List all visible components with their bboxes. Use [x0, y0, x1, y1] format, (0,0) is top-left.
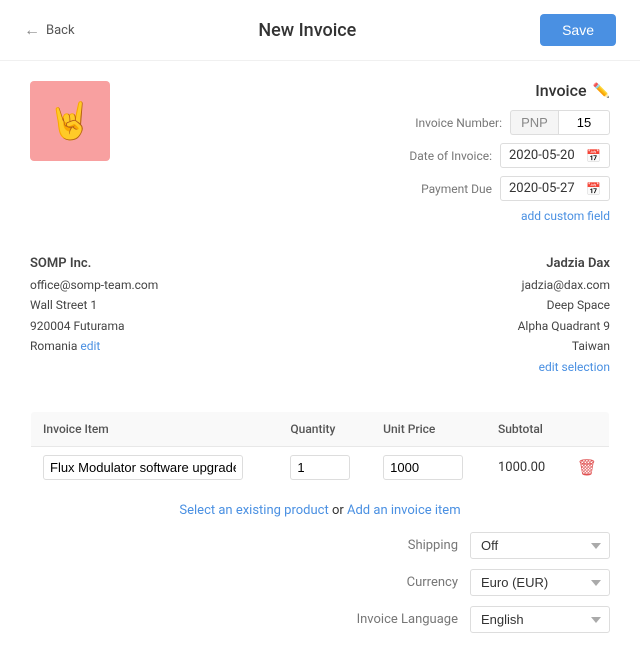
back-arrow-icon: ←	[24, 20, 40, 40]
unit-price-input[interactable]	[383, 455, 463, 480]
language-select[interactable]: English French German	[470, 606, 610, 633]
address-section: SOMP Inc. office@somp-team.com Wall Stre…	[30, 243, 610, 387]
shipping-row: Shipping Off On	[30, 532, 610, 559]
from-email: office@somp-team.com	[30, 275, 158, 295]
to-line1: Deep Space	[518, 295, 610, 315]
from-street: Wall Street 1	[30, 295, 158, 315]
col-subtotal: Subtotal	[486, 412, 565, 447]
delete-cell: 🗑	[565, 447, 610, 489]
table-row: 1000.00 🗑	[31, 447, 610, 489]
unit-price-cell	[371, 447, 486, 489]
from-edit-link[interactable]: edit	[80, 339, 100, 353]
from-company-name: SOMP Inc.	[30, 253, 158, 275]
calendar-icon: 📅	[586, 149, 601, 163]
company-logo[interactable]: 🤘	[30, 81, 110, 161]
page-title: New Invoice	[258, 20, 356, 41]
subtotal-cell: 1000.00	[486, 447, 565, 489]
delete-row-icon[interactable]: 🗑	[577, 458, 597, 477]
item-input[interactable]	[43, 455, 243, 480]
add-custom-field[interactable]: add custom field	[250, 209, 610, 223]
payment-calendar-icon: 📅	[586, 182, 601, 196]
currency-label: Currency	[358, 575, 458, 590]
invoice-number-label: Invoice Number:	[415, 116, 502, 130]
invoice-fields: Invoice ✏️ Invoice Number: Date of Invoi…	[250, 81, 610, 223]
table-header: Invoice Item Quantity Unit Price Subtota…	[31, 412, 610, 447]
back-label: Back	[46, 23, 75, 38]
col-item: Invoice Item	[31, 412, 279, 447]
language-label: Invoice Language	[357, 612, 458, 627]
or-separator: or	[329, 503, 347, 518]
date-of-invoice-field[interactable]: 2020-05-20 📅	[500, 143, 610, 168]
add-invoice-item-link[interactable]: Add an invoice item	[347, 503, 461, 518]
from-country: Romania	[30, 339, 77, 353]
save-button[interactable]: Save	[540, 14, 616, 46]
quantity-input[interactable]	[290, 455, 350, 480]
action-row: Select an existing product or Add an inv…	[30, 503, 610, 518]
logo-emoji: 🤘	[48, 100, 93, 142]
date-of-invoice-value: 2020-05-20	[509, 148, 575, 163]
invoice-edit-icon[interactable]: ✏️	[593, 83, 610, 99]
to-contact-name: Jadzia Dax	[518, 253, 610, 275]
shipping-select[interactable]: Off On	[470, 532, 610, 559]
header: ← Back New Invoice Save	[0, 0, 640, 61]
to-address: Jadzia Dax jadzia@dax.com Deep Space Alp…	[518, 253, 610, 377]
payment-due-row: Payment Due 2020-05-27 📅	[250, 176, 610, 201]
select-existing-product-link[interactable]: Select an existing product	[179, 503, 328, 518]
main-content: 🤘 Invoice ✏️ Invoice Number: Date of Inv…	[0, 61, 640, 663]
top-section: 🤘 Invoice ✏️ Invoice Number: Date of Inv…	[30, 81, 610, 223]
quantity-cell	[278, 447, 371, 489]
currency-select[interactable]: Euro (EUR) USD GBP	[470, 569, 610, 596]
to-line3: Taiwan	[518, 336, 610, 356]
payment-due-label: Payment Due	[421, 182, 492, 196]
from-country-row: Romania edit	[30, 336, 158, 356]
invoice-table: Invoice Item Quantity Unit Price Subtota…	[30, 411, 610, 489]
to-edit-link[interactable]: edit selection	[539, 360, 610, 374]
col-unit-price: Unit Price	[371, 412, 486, 447]
invoice-section-title: Invoice	[535, 81, 586, 100]
to-email: jadzia@dax.com	[518, 275, 610, 295]
invoice-number-row: Invoice Number:	[250, 110, 610, 135]
shipping-label: Shipping	[358, 538, 458, 553]
language-row: Invoice Language English French German	[30, 606, 610, 633]
currency-row: Currency Euro (EUR) USD GBP	[30, 569, 610, 596]
item-cell	[31, 447, 279, 489]
date-of-invoice-label: Date of Invoice:	[409, 149, 492, 163]
payment-due-value: 2020-05-27	[509, 181, 575, 196]
payment-due-field[interactable]: 2020-05-27 📅	[500, 176, 610, 201]
back-button[interactable]: ← Back	[24, 20, 75, 40]
invoice-number-prefix[interactable]	[510, 110, 558, 135]
to-line2: Alpha Quadrant 9	[518, 316, 610, 336]
settings-section: Shipping Off On Currency Euro (EUR) USD …	[30, 532, 610, 633]
date-of-invoice-row: Date of Invoice: 2020-05-20 📅	[250, 143, 610, 168]
col-quantity: Quantity	[278, 412, 371, 447]
from-address: SOMP Inc. office@somp-team.com Wall Stre…	[30, 253, 158, 377]
table-body: 1000.00 🗑	[31, 447, 610, 489]
invoice-number-value[interactable]	[558, 110, 610, 135]
from-city: 920004 Futurama	[30, 316, 158, 336]
invoice-number-group	[510, 110, 610, 135]
invoice-title-row: Invoice ✏️	[250, 81, 610, 100]
